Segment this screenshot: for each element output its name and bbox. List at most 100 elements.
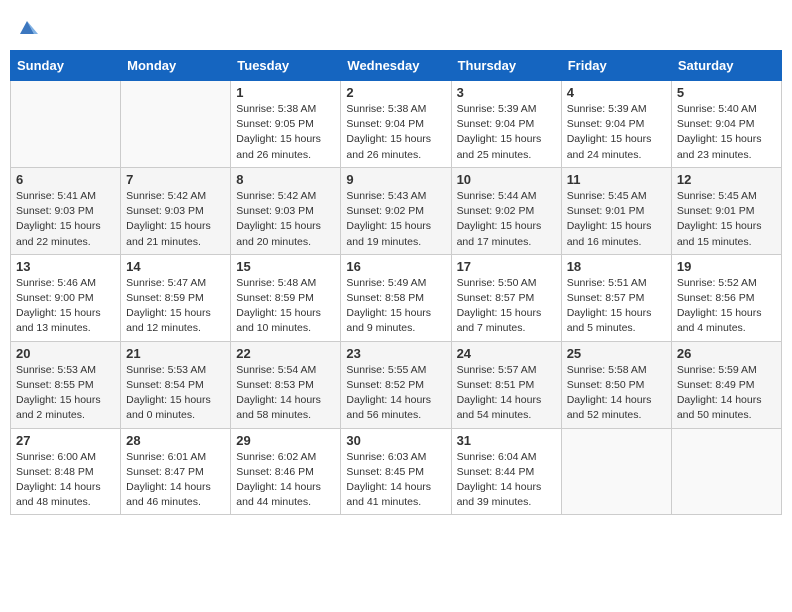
day-number: 1 bbox=[236, 85, 335, 100]
day-info: Sunrise: 5:48 AM Sunset: 8:59 PM Dayligh… bbox=[236, 276, 335, 337]
weekday-header-row: SundayMondayTuesdayWednesdayThursdayFrid… bbox=[11, 51, 782, 81]
day-number: 20 bbox=[16, 346, 115, 361]
calendar-week-row: 13 Sunrise: 5:46 AM Sunset: 9:00 PM Dayli… bbox=[11, 254, 782, 341]
calendar-cell: 3 Sunrise: 5:39 AM Sunset: 9:04 PM Daylig… bbox=[451, 81, 561, 168]
day-info: Sunrise: 5:57 AM Sunset: 8:51 PM Dayligh… bbox=[457, 363, 556, 424]
day-number: 3 bbox=[457, 85, 556, 100]
calendar-week-row: 1 Sunrise: 5:38 AM Sunset: 9:05 PM Daylig… bbox=[11, 81, 782, 168]
calendar-cell: 14 Sunrise: 5:47 AM Sunset: 8:59 PM Dayli… bbox=[121, 254, 231, 341]
day-number: 30 bbox=[346, 433, 445, 448]
day-info: Sunrise: 5:39 AM Sunset: 9:04 PM Dayligh… bbox=[457, 102, 556, 163]
day-info: Sunrise: 5:38 AM Sunset: 9:04 PM Dayligh… bbox=[346, 102, 445, 163]
calendar-cell: 24 Sunrise: 5:57 AM Sunset: 8:51 PM Dayli… bbox=[451, 341, 561, 428]
day-info: Sunrise: 5:41 AM Sunset: 9:03 PM Dayligh… bbox=[16, 189, 115, 250]
weekday-header-saturday: Saturday bbox=[671, 51, 781, 81]
calendar-cell: 20 Sunrise: 5:53 AM Sunset: 8:55 PM Dayli… bbox=[11, 341, 121, 428]
calendar-week-row: 20 Sunrise: 5:53 AM Sunset: 8:55 PM Dayli… bbox=[11, 341, 782, 428]
logo-icon bbox=[16, 16, 38, 38]
weekday-header-wednesday: Wednesday bbox=[341, 51, 451, 81]
day-info: Sunrise: 6:04 AM Sunset: 8:44 PM Dayligh… bbox=[457, 450, 556, 511]
weekday-header-sunday: Sunday bbox=[11, 51, 121, 81]
day-info: Sunrise: 5:59 AM Sunset: 8:49 PM Dayligh… bbox=[677, 363, 776, 424]
day-number: 19 bbox=[677, 259, 776, 274]
day-info: Sunrise: 5:55 AM Sunset: 8:52 PM Dayligh… bbox=[346, 363, 445, 424]
calendar-cell: 28Sunrise: 6:01 AM Sunset: 8:47 PM Dayli… bbox=[121, 428, 231, 515]
day-info: Sunrise: 5:52 AM Sunset: 8:56 PM Dayligh… bbox=[677, 276, 776, 337]
day-number: 26 bbox=[677, 346, 776, 361]
day-info: Sunrise: 5:43 AM Sunset: 9:02 PM Dayligh… bbox=[346, 189, 445, 250]
day-number: 21 bbox=[126, 346, 225, 361]
calendar-cell: 15 Sunrise: 5:48 AM Sunset: 8:59 PM Dayli… bbox=[231, 254, 341, 341]
weekday-header-friday: Friday bbox=[561, 51, 671, 81]
calendar-cell: 30 Sunrise: 6:03 AM Sunset: 8:45 PM Dayli… bbox=[341, 428, 451, 515]
day-info: Sunrise: 5:49 AM Sunset: 8:58 PM Dayligh… bbox=[346, 276, 445, 337]
day-number: 23 bbox=[346, 346, 445, 361]
day-number: 22 bbox=[236, 346, 335, 361]
day-info: Sunrise: 6:02 AM Sunset: 8:46 PM Dayligh… bbox=[236, 450, 335, 511]
calendar-cell: 10 Sunrise: 5:44 AM Sunset: 9:02 PM Dayli… bbox=[451, 167, 561, 254]
calendar-cell: 12 Sunrise: 5:45 AM Sunset: 9:01 PM Dayli… bbox=[671, 167, 781, 254]
day-number: 10 bbox=[457, 172, 556, 187]
day-number: 24 bbox=[457, 346, 556, 361]
calendar-cell: 6 Sunrise: 5:41 AM Sunset: 9:03 PM Daylig… bbox=[11, 167, 121, 254]
weekday-header-tuesday: Tuesday bbox=[231, 51, 341, 81]
calendar-cell: 4Sunrise: 5:39 AM Sunset: 9:04 PM Daylig… bbox=[561, 81, 671, 168]
calendar-cell bbox=[11, 81, 121, 168]
calendar-cell: 31 Sunrise: 6:04 AM Sunset: 8:44 PM Dayli… bbox=[451, 428, 561, 515]
calendar-cell: 7 Sunrise: 5:42 AM Sunset: 9:03 PM Daylig… bbox=[121, 167, 231, 254]
calendar-week-row: 6 Sunrise: 5:41 AM Sunset: 9:03 PM Daylig… bbox=[11, 167, 782, 254]
day-number: 7 bbox=[126, 172, 225, 187]
calendar-cell: 16 Sunrise: 5:49 AM Sunset: 8:58 PM Dayli… bbox=[341, 254, 451, 341]
calendar-cell: 25Sunrise: 5:58 AM Sunset: 8:50 PM Dayli… bbox=[561, 341, 671, 428]
day-number: 6 bbox=[16, 172, 115, 187]
calendar-cell: 8 Sunrise: 5:42 AM Sunset: 9:03 PM Daylig… bbox=[231, 167, 341, 254]
day-info: Sunrise: 5:42 AM Sunset: 9:03 PM Dayligh… bbox=[236, 189, 335, 250]
day-info: Sunrise: 6:01 AM Sunset: 8:47 PM Dayligh… bbox=[126, 450, 225, 511]
day-info: Sunrise: 5:54 AM Sunset: 8:53 PM Dayligh… bbox=[236, 363, 335, 424]
day-info: Sunrise: 5:47 AM Sunset: 8:59 PM Dayligh… bbox=[126, 276, 225, 337]
day-info: Sunrise: 5:44 AM Sunset: 9:02 PM Dayligh… bbox=[457, 189, 556, 250]
calendar-cell bbox=[561, 428, 671, 515]
calendar-cell: 21 Sunrise: 5:53 AM Sunset: 8:54 PM Dayli… bbox=[121, 341, 231, 428]
calendar-week-row: 27 Sunrise: 6:00 AM Sunset: 8:48 PM Dayli… bbox=[11, 428, 782, 515]
day-info: Sunrise: 5:58 AM Sunset: 8:50 PM Dayligh… bbox=[567, 363, 666, 424]
day-info: Sunrise: 5:42 AM Sunset: 9:03 PM Dayligh… bbox=[126, 189, 225, 250]
day-info: Sunrise: 5:38 AM Sunset: 9:05 PM Dayligh… bbox=[236, 102, 335, 163]
calendar-cell: 27 Sunrise: 6:00 AM Sunset: 8:48 PM Dayli… bbox=[11, 428, 121, 515]
calendar-cell: 22 Sunrise: 5:54 AM Sunset: 8:53 PM Dayli… bbox=[231, 341, 341, 428]
day-info: Sunrise: 5:50 AM Sunset: 8:57 PM Dayligh… bbox=[457, 276, 556, 337]
day-number: 17 bbox=[457, 259, 556, 274]
day-number: 11 bbox=[567, 172, 666, 187]
day-info: Sunrise: 6:00 AM Sunset: 8:48 PM Dayligh… bbox=[16, 450, 115, 511]
calendar-cell: 11 Sunrise: 5:45 AM Sunset: 9:01 PM Dayli… bbox=[561, 167, 671, 254]
day-info: Sunrise: 5:45 AM Sunset: 9:01 PM Dayligh… bbox=[677, 189, 776, 250]
calendar-cell bbox=[671, 428, 781, 515]
day-number: 5 bbox=[677, 85, 776, 100]
day-number: 8 bbox=[236, 172, 335, 187]
day-info: Sunrise: 5:45 AM Sunset: 9:01 PM Dayligh… bbox=[567, 189, 666, 250]
calendar-cell: 5 Sunrise: 5:40 AM Sunset: 9:04 PM Daylig… bbox=[671, 81, 781, 168]
day-info: Sunrise: 5:53 AM Sunset: 8:55 PM Dayligh… bbox=[16, 363, 115, 424]
day-number: 27 bbox=[16, 433, 115, 448]
day-info: Sunrise: 5:40 AM Sunset: 9:04 PM Dayligh… bbox=[677, 102, 776, 163]
weekday-header-monday: Monday bbox=[121, 51, 231, 81]
day-number: 31 bbox=[457, 433, 556, 448]
day-info: Sunrise: 5:46 AM Sunset: 9:00 PM Dayligh… bbox=[16, 276, 115, 337]
calendar-cell: 19 Sunrise: 5:52 AM Sunset: 8:56 PM Dayli… bbox=[671, 254, 781, 341]
calendar-cell: 29Sunrise: 6:02 AM Sunset: 8:46 PM Dayli… bbox=[231, 428, 341, 515]
day-info: Sunrise: 6:03 AM Sunset: 8:45 PM Dayligh… bbox=[346, 450, 445, 511]
day-info: Sunrise: 5:51 AM Sunset: 8:57 PM Dayligh… bbox=[567, 276, 666, 337]
calendar-cell: 2 Sunrise: 5:38 AM Sunset: 9:04 PM Daylig… bbox=[341, 81, 451, 168]
weekday-header-thursday: Thursday bbox=[451, 51, 561, 81]
day-info: Sunrise: 5:53 AM Sunset: 8:54 PM Dayligh… bbox=[126, 363, 225, 424]
day-number: 9 bbox=[346, 172, 445, 187]
day-number: 16 bbox=[346, 259, 445, 274]
day-number: 2 bbox=[346, 85, 445, 100]
day-number: 15 bbox=[236, 259, 335, 274]
day-number: 13 bbox=[16, 259, 115, 274]
calendar-cell: 9 Sunrise: 5:43 AM Sunset: 9:02 PM Daylig… bbox=[341, 167, 451, 254]
day-number: 12 bbox=[677, 172, 776, 187]
calendar-table: SundayMondayTuesdayWednesdayThursdayFrid… bbox=[10, 50, 782, 515]
header bbox=[10, 10, 782, 42]
day-number: 14 bbox=[126, 259, 225, 274]
